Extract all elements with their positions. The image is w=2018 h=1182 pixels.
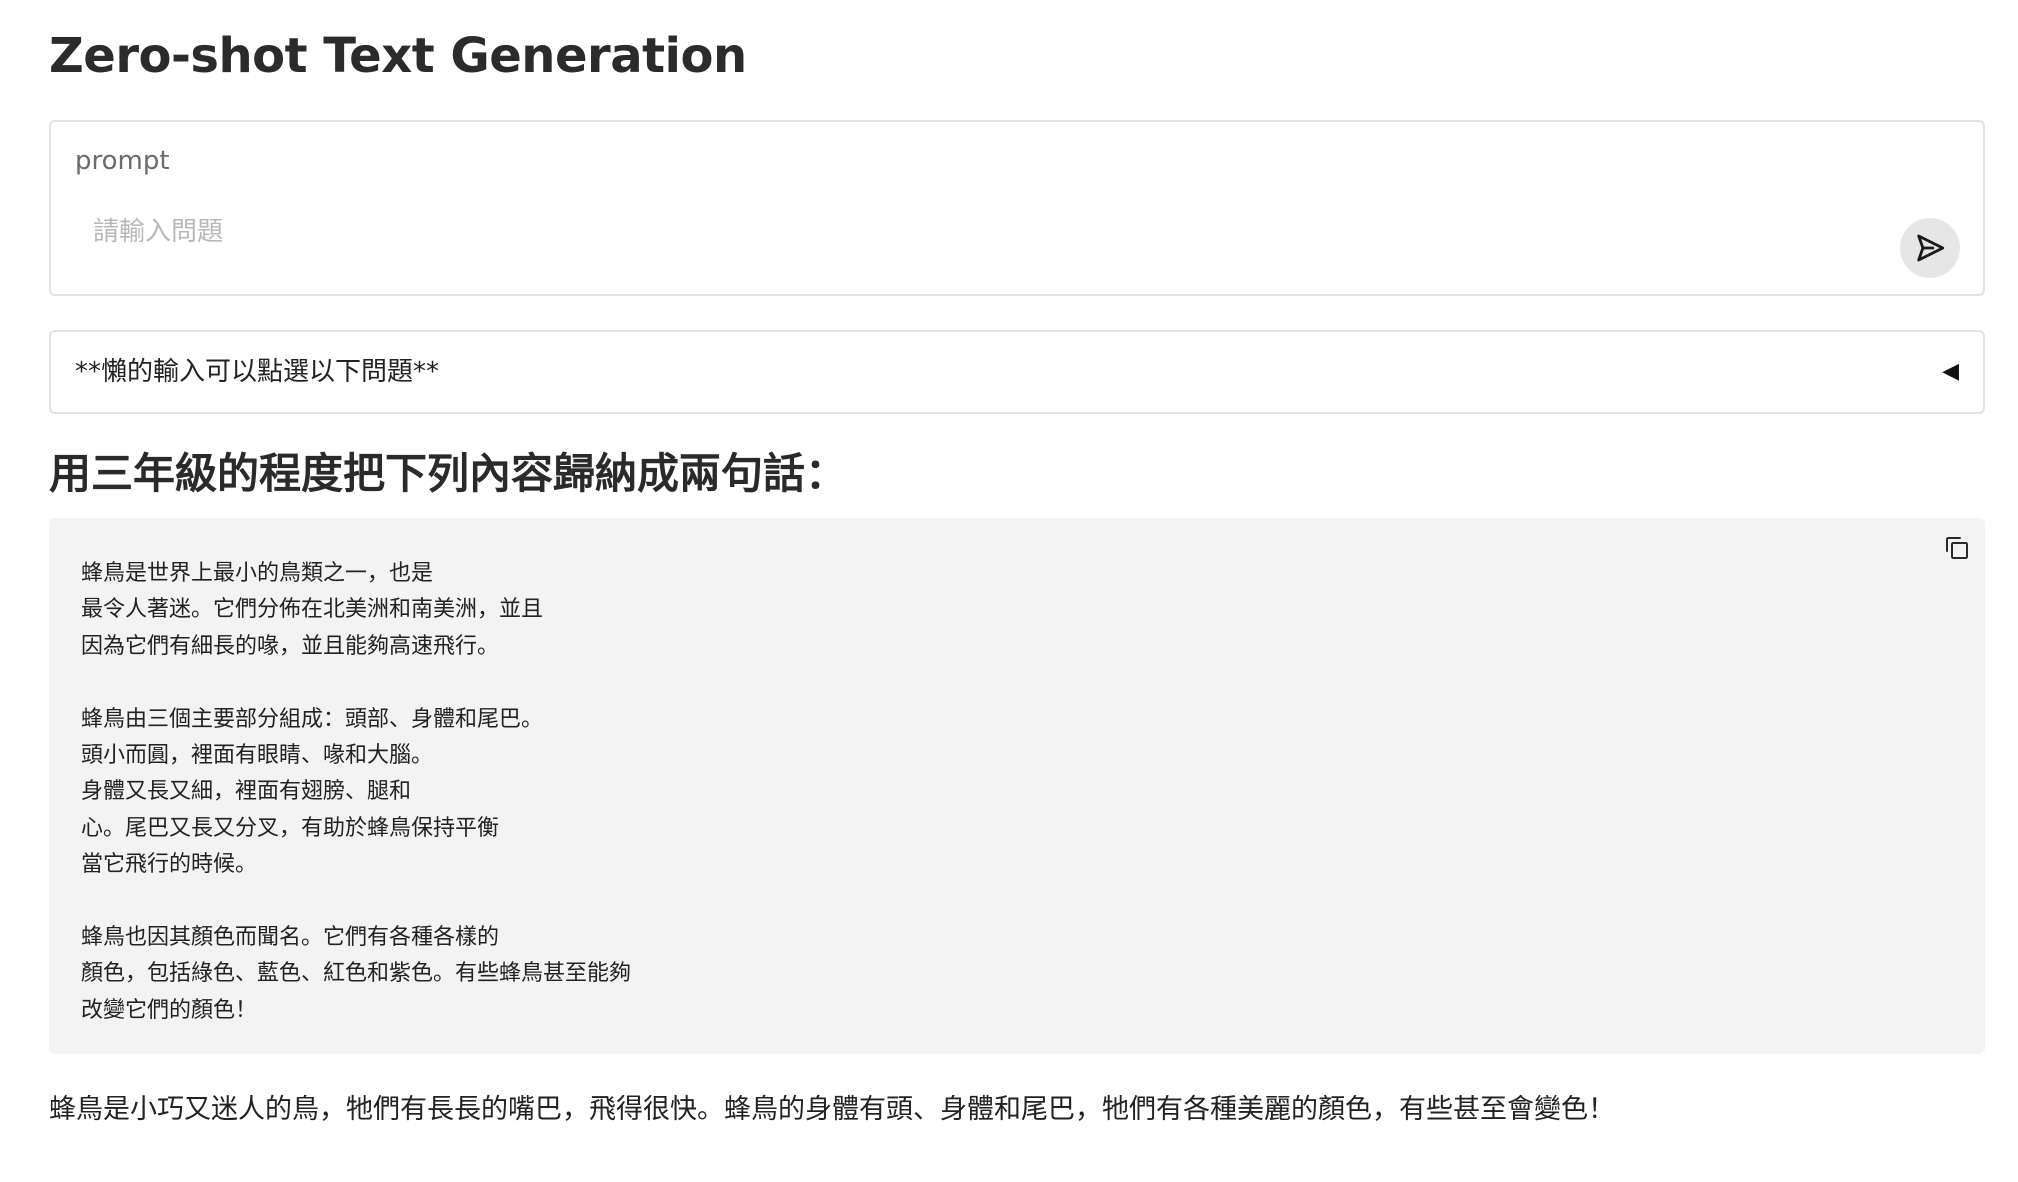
prompt-panel: prompt [49,120,1985,296]
send-button[interactable] [1900,218,1960,278]
prompt-input[interactable] [73,206,1873,258]
example-code-block: 蜂鳥是世界上最小的鳥類之一，也是 最令人著迷。它們分佈在北美洲和南美洲，並且 因… [49,518,1985,1054]
example-heading: 用三年級的程度把下列內容歸納成兩句話： [49,449,848,498]
example-body: 蜂鳥是世界上最小的鳥類之一，也是 最令人著迷。它們分佈在北美洲和南美洲，並且 因… [81,561,632,1023]
page: Zero-shot Text Generation prompt **懶的輸入可… [0,0,2018,1182]
send-icon [1913,231,1947,265]
page-title: Zero-shot Text Generation [49,28,747,84]
copy-button[interactable] [1937,528,1977,568]
accordion-label: **懶的輸入可以點選以下問題** [75,357,440,387]
result-text: 蜂鳥是小巧又迷人的鳥，牠們有長長的嘴巴，飛得很快。蜂鳥的身體有頭、身體和尾巴，牠… [49,1094,1615,1125]
prompt-label: prompt [75,146,170,176]
triangle-left-icon: ◀ [1942,359,1959,384]
copy-icon [1942,533,1972,563]
examples-accordion[interactable]: **懶的輸入可以點選以下問題** ◀ [49,330,1985,414]
